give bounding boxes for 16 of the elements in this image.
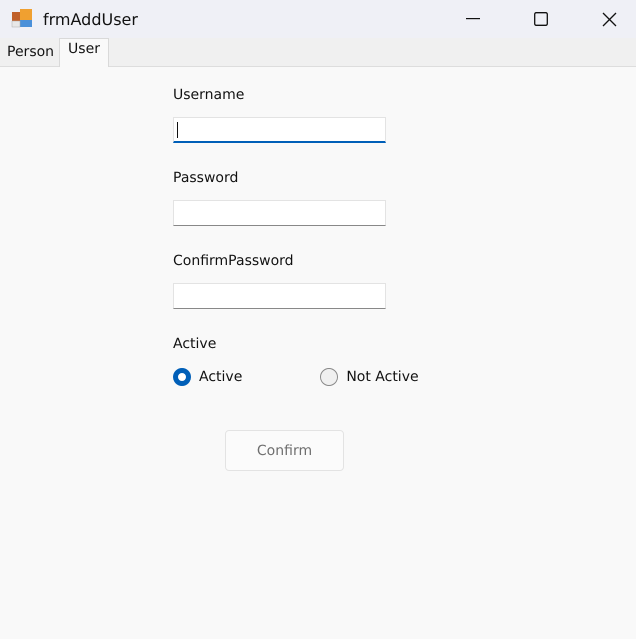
tab[interactable]: User	[59, 38, 109, 67]
field-label: Username	[173, 87, 244, 103]
app-icon	[11, 9, 33, 29]
radio-button[interactable]: Not Active	[320, 368, 419, 386]
maximize-icon[interactable]	[534, 12, 548, 26]
close-icon[interactable]	[602, 12, 617, 26]
input-field[interactable]	[173, 117, 386, 143]
minimize-icon[interactable]	[466, 18, 480, 20]
group-label: Active	[173, 336, 216, 352]
field-label: Password	[173, 170, 238, 186]
field-label: ConfirmPassword	[173, 253, 294, 269]
input-field[interactable]	[173, 200, 386, 226]
input-field[interactable]	[173, 283, 386, 309]
radio-button[interactable]: Active	[173, 368, 242, 386]
window-title: frmAddUser	[43, 10, 138, 28]
tab[interactable]: Person	[2, 40, 60, 66]
